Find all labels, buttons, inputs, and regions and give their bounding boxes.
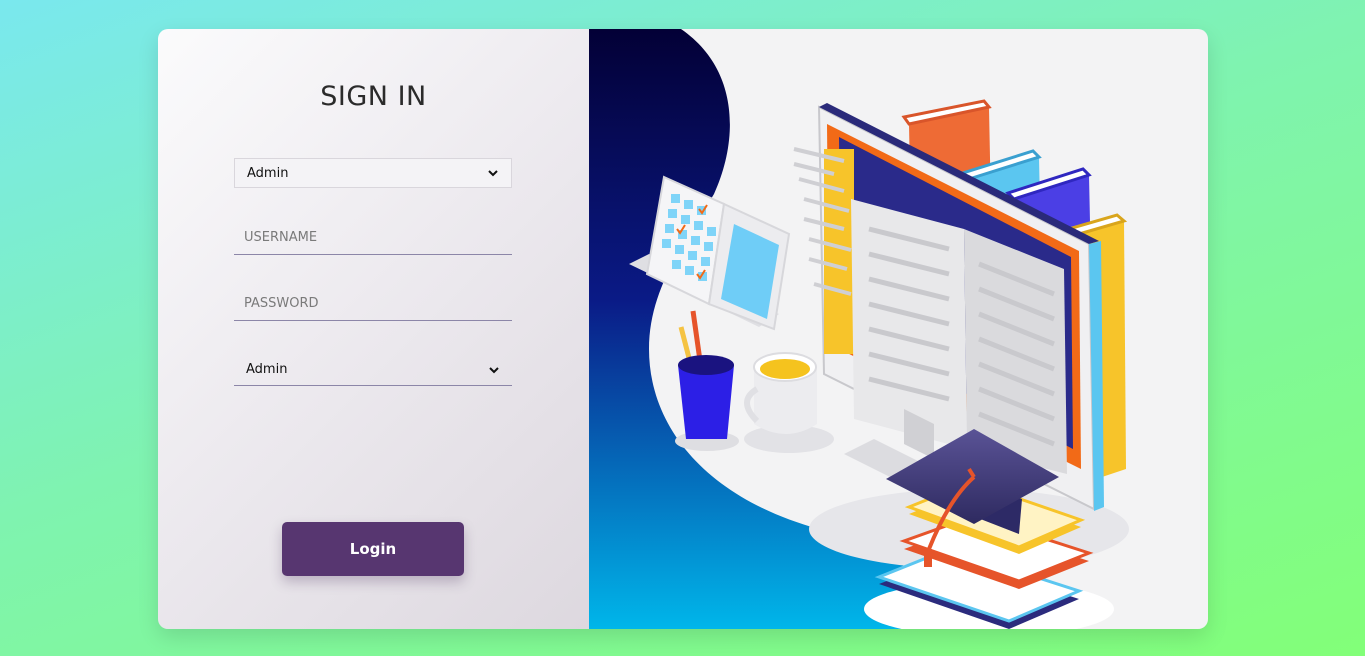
username-input[interactable] (234, 221, 512, 255)
pencil-cup (675, 310, 739, 451)
login-card: SIGN IN Admin Admin Login (158, 29, 1208, 629)
password-input[interactable] (234, 287, 512, 321)
role-select-top[interactable]: Admin (234, 158, 512, 188)
education-illustration (589, 29, 1129, 629)
chevron-down-icon (489, 366, 499, 373)
page-title: SIGN IN (320, 81, 427, 112)
login-button[interactable]: Login (282, 522, 464, 576)
chevron-down-icon (488, 170, 498, 177)
illustration-panel (589, 29, 1208, 629)
coffee-mug (744, 352, 834, 453)
role-select-bottom[interactable]: Admin (234, 354, 512, 386)
role-select-top-value: Admin (247, 165, 289, 181)
role-select-bottom-value: Admin (246, 362, 288, 377)
sign-in-panel: SIGN IN Admin Admin Login (158, 29, 589, 629)
